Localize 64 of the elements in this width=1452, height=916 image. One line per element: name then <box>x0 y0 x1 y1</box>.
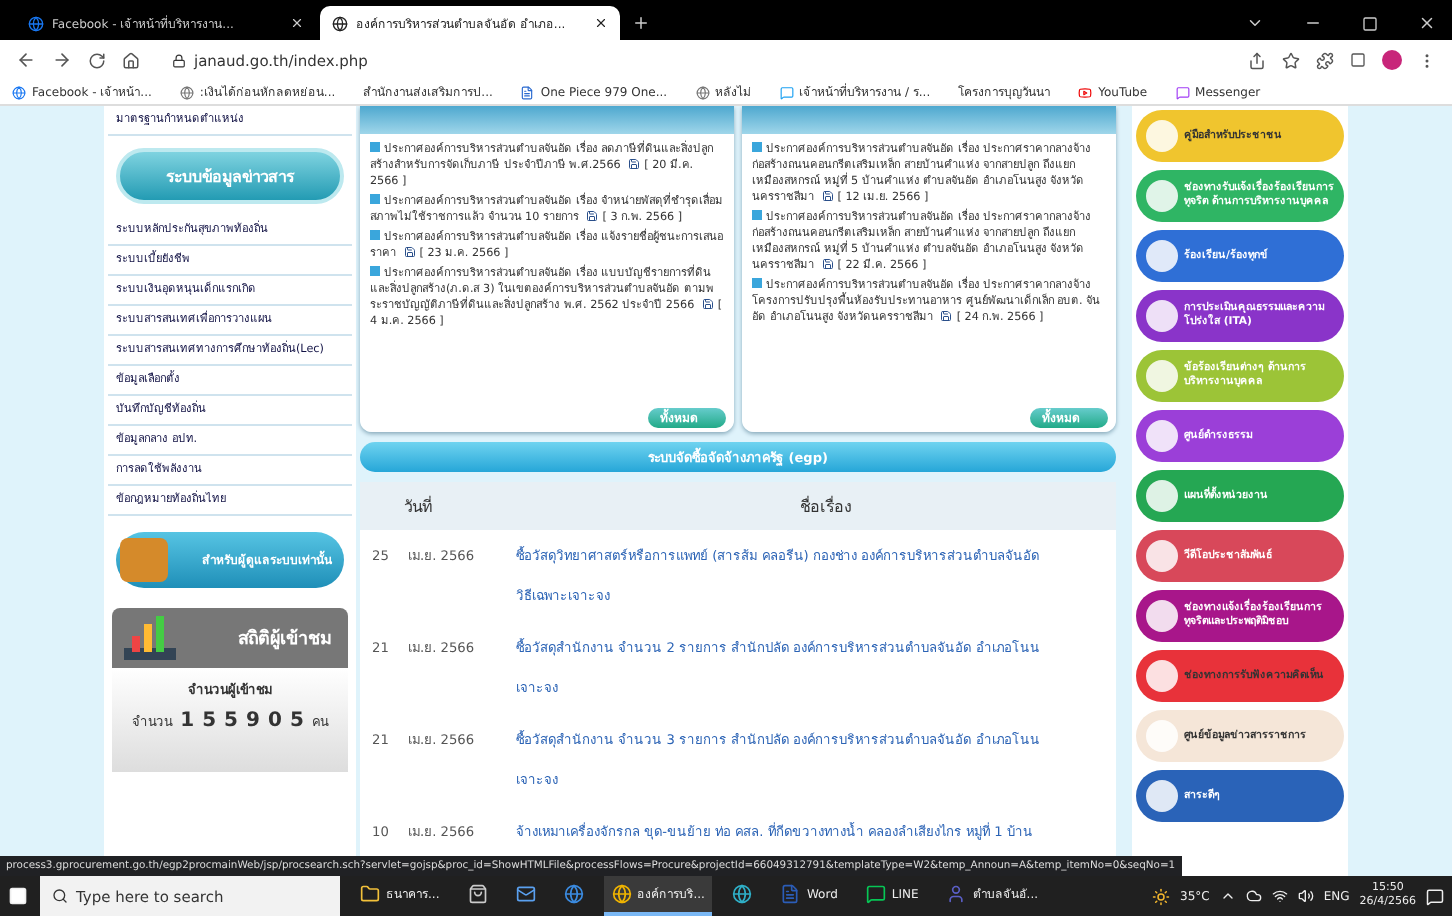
column-header: ชื่อเรื่อง <box>798 494 854 519</box>
bullet-icon <box>752 210 762 220</box>
counter-digit: 5 <box>289 710 304 732</box>
browser-icon <box>611 884 632 904</box>
globe-icon <box>179 85 194 99</box>
maximize-icon[interactable] <box>1362 16 1378 32</box>
globe-icon <box>563 884 584 904</box>
weather-icon <box>1152 887 1171 905</box>
bullet-icon <box>752 278 762 288</box>
document-icon <box>520 85 535 99</box>
bullet-icon <box>370 230 380 240</box>
browser-icon <box>732 884 753 904</box>
bullet-icon <box>752 142 762 152</box>
profile-avatar[interactable] <box>1382 50 1402 70</box>
counter-digit: 5 <box>224 710 238 732</box>
bullet-icon <box>370 194 380 204</box>
save-icon[interactable] <box>821 190 834 203</box>
chevron-up-icon[interactable] <box>1219 888 1236 904</box>
chat-icon <box>865 884 886 904</box>
forward-icon[interactable] <box>52 50 72 70</box>
start-icon[interactable] <box>8 886 28 906</box>
extensions-icon[interactable] <box>1316 51 1334 69</box>
save-icon[interactable] <box>586 210 599 223</box>
network-icon <box>1271 888 1288 904</box>
column-header: วันที่ <box>402 494 434 519</box>
close-icon[interactable] <box>594 16 608 30</box>
star-icon[interactable] <box>1282 51 1300 69</box>
reload-icon[interactable] <box>88 51 106 69</box>
counter-digit: 1 <box>180 710 195 732</box>
side-panel-icon[interactable] <box>1350 52 1366 68</box>
store-icon <box>467 884 488 904</box>
save-icon[interactable] <box>403 246 416 259</box>
new-tab-icon[interactable] <box>632 14 650 32</box>
lock-icon <box>172 53 186 67</box>
notifications-icon[interactable] <box>1426 887 1444 905</box>
counter-digit: 0 <box>267 710 282 732</box>
chat-icon <box>1175 85 1190 99</box>
people-icon <box>946 884 967 904</box>
share-icon[interactable] <box>1248 51 1266 69</box>
video-play-icon <box>1078 85 1093 99</box>
globe-icon <box>332 15 348 31</box>
globe-icon <box>12 85 26 99</box>
chat-icon <box>779 85 794 99</box>
save-icon[interactable] <box>628 158 641 171</box>
bullet-icon <box>370 142 380 152</box>
cloud-icon <box>1245 888 1262 904</box>
document-icon <box>780 884 801 904</box>
globe-icon <box>695 85 710 99</box>
stats-title: สถิติผู้เข้าชม <box>238 626 332 652</box>
bar-chart-icon <box>120 612 180 664</box>
volume-icon <box>1297 888 1314 904</box>
back-icon[interactable] <box>16 50 36 70</box>
save-icon[interactable] <box>940 310 953 323</box>
mail-icon <box>515 884 536 904</box>
counter-digit: 5 <box>202 710 217 732</box>
section-header: ระบบข้อมูลข่าวสาร <box>116 148 344 204</box>
chevron-down-icon[interactable] <box>1246 14 1264 32</box>
counter-digit: 9 <box>246 710 260 732</box>
save-icon[interactable] <box>821 258 834 271</box>
save-icon[interactable] <box>701 298 714 311</box>
search-icon <box>52 888 68 904</box>
bullet-icon <box>370 266 380 276</box>
folder-icon <box>360 884 380 904</box>
home-icon[interactable] <box>122 51 140 69</box>
